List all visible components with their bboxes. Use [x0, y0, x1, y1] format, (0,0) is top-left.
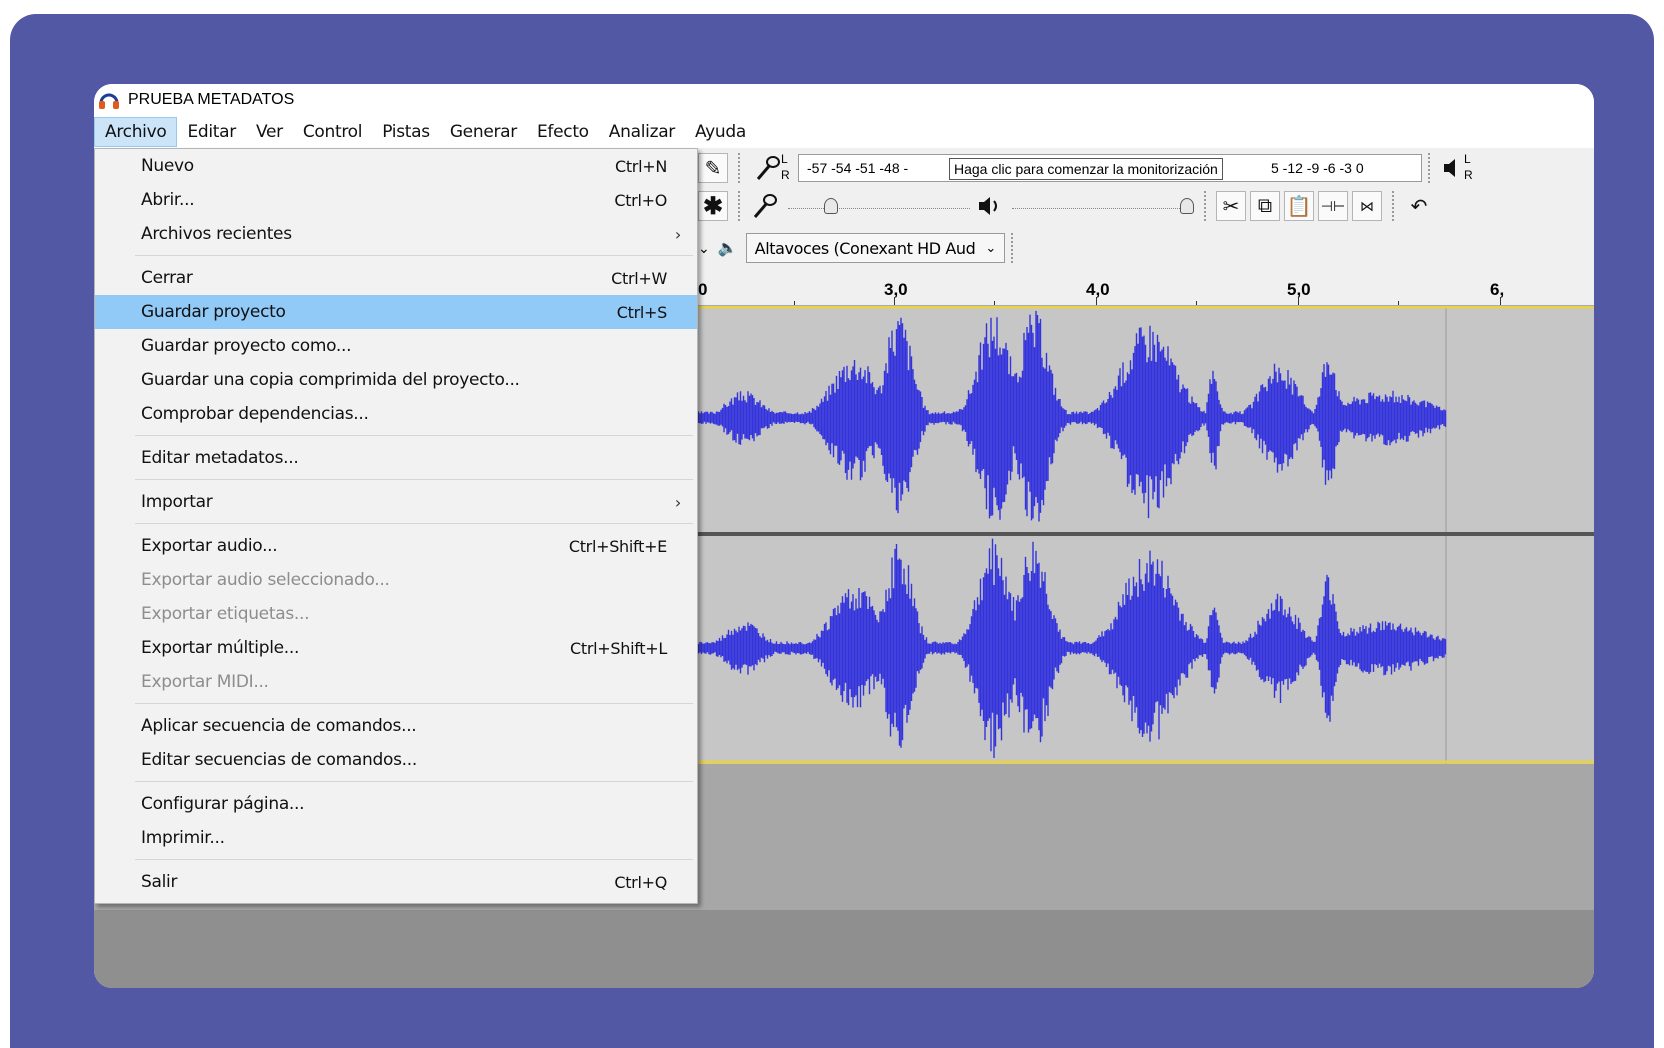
speaker-meter-l: L: [1464, 153, 1471, 166]
slider-knob[interactable]: [824, 198, 838, 214]
menu-item-exportar-audio[interactable]: Exportar audio... Ctrl+Shift+E: [95, 529, 697, 563]
copy-icon[interactable]: ⧉: [1250, 191, 1280, 221]
menu-item-exportar-etiquetas: Exportar etiquetas...: [141, 604, 310, 624]
meter-ticks-right: 5 -12 -9 -6 -3 0: [1271, 160, 1364, 176]
speaker-meter-r: R: [1464, 168, 1473, 182]
chevron-down-icon[interactable]: ⌄: [698, 240, 710, 257]
chevron-right-icon: ›: [674, 492, 681, 512]
file-menu: Nuevo Ctrl+N Abrir... Ctrl+O Archivos reci…: [94, 148, 698, 904]
status-bar: [94, 910, 1594, 988]
waveform-channel: [694, 310, 1447, 522]
toolbar-grip[interactable]: [1010, 233, 1017, 263]
playback-volume-slider[interactable]: [1008, 192, 1198, 220]
trim-icon[interactable]: ⊣⊢: [1318, 191, 1348, 221]
menu-item-guardar-proyecto[interactable]: Guardar proyecto Ctrl+S: [95, 295, 697, 329]
menu-item-exportar-multiple[interactable]: Exportar múltiple... Ctrl+Shift+L: [95, 631, 697, 665]
menu-item-editar-metadatos[interactable]: Editar metadatos...: [95, 441, 697, 475]
menu-item-exportar-midi: Exportar MIDI...: [141, 672, 269, 692]
mic-meter-l: L: [781, 153, 788, 166]
menu-item-guardar-proyecto-como[interactable]: Guardar proyecto como...: [95, 329, 697, 363]
menu-efecto[interactable]: Efecto: [527, 117, 599, 147]
waveform-channel: [694, 538, 1447, 758]
timeline-ruler[interactable]: 0 3,0 4,0 5,0 6,: [694, 276, 1594, 306]
audio-track[interactable]: [694, 306, 1594, 764]
mic-icon[interactable]: LR: [750, 153, 794, 183]
speaker-icon: 🔈: [717, 240, 738, 257]
ruler-label: 0: [698, 280, 708, 299]
menu-item-exportar-audio-seleccionado: Exportar audio seleccionado...: [141, 570, 390, 590]
mic-meter-r: R: [781, 168, 790, 182]
slider-knob[interactable]: [1180, 198, 1194, 214]
toolbar-grip[interactable]: [738, 153, 744, 183]
multi-tool-icon[interactable]: ✱: [698, 191, 728, 221]
toolbar-grip[interactable]: [738, 191, 744, 221]
toolbar-row-3: ⌄ 🔈 Altavoces (Conexant HD Aud ⌄: [698, 230, 1023, 266]
menu-pistas[interactable]: Pistas: [372, 117, 440, 147]
title-bar: PRUEBA METADATOS: [94, 84, 1594, 116]
window-title: PRUEBA METADATOS: [128, 91, 295, 108]
menu-ayuda[interactable]: Ayuda: [685, 117, 756, 147]
speaker-icon: [974, 191, 1004, 221]
headphones-icon: [99, 93, 119, 109]
menu-item-comprobar-dependencias[interactable]: Comprobar dependencias...: [95, 397, 697, 431]
menu-ver[interactable]: Ver: [246, 117, 293, 147]
silence-icon[interactable]: ⋈: [1352, 191, 1382, 221]
cut-icon[interactable]: ✂: [1216, 191, 1246, 221]
ruler-label: 3,0: [884, 280, 908, 299]
menu-item-nuevo[interactable]: Nuevo Ctrl+N: [95, 149, 697, 183]
recording-meter[interactable]: -57 -54 -51 -48 - Haga clic para comenza…: [798, 154, 1422, 182]
audacity-window: PRUEBA METADATOS Archivo Editar Ver Cont…: [94, 84, 1594, 988]
ruler-label: 4,0: [1086, 280, 1110, 299]
toolbar-grip[interactable]: [1392, 191, 1398, 221]
menu-generar[interactable]: Generar: [440, 117, 527, 147]
menu-item-guardar-copia-comprimida[interactable]: Guardar una copia comprimida del proyect…: [95, 363, 697, 397]
menu-item-aplicar-secuencia[interactable]: Aplicar secuencia de comandos...: [95, 709, 697, 743]
recording-volume-slider[interactable]: [784, 192, 974, 220]
menu-bar: Archivo Editar Ver Control Pistas Genera…: [94, 116, 1594, 148]
menu-item-imprimir[interactable]: Imprimir...: [95, 821, 697, 855]
output-device-label: Altavoces (Conexant HD Aud: [754, 238, 976, 258]
toolbar-grip[interactable]: [1204, 191, 1210, 221]
menu-archivo[interactable]: Archivo: [94, 117, 178, 147]
mic-icon: [750, 191, 780, 221]
toolbar-grip[interactable]: [1428, 153, 1434, 183]
meter-ticks-left: -57 -54 -51 -48 -: [807, 160, 909, 176]
menu-item-abrir[interactable]: Abrir... Ctrl+O: [95, 183, 697, 217]
paste-icon[interactable]: 📋: [1284, 191, 1314, 221]
menu-analizar[interactable]: Analizar: [599, 117, 685, 147]
menu-item-archivos-recientes[interactable]: Archivos recientes ›: [95, 217, 697, 251]
chevron-down-icon: ⌄: [985, 240, 996, 256]
menu-control[interactable]: Control: [293, 117, 372, 147]
menu-item-cerrar[interactable]: Cerrar Ctrl+W: [95, 261, 697, 295]
output-device-select[interactable]: Altavoces (Conexant HD Aud ⌄: [745, 233, 1005, 263]
menu-item-configurar-pagina[interactable]: Configurar página...: [95, 787, 697, 821]
monitor-tooltip: Haga clic para comenzar la monitorizació…: [949, 158, 1223, 180]
undo-icon[interactable]: ↶: [1404, 191, 1434, 221]
menu-item-editar-secuencias[interactable]: Editar secuencias de comandos...: [95, 743, 697, 777]
ruler-label: 6,: [1490, 280, 1505, 299]
toolbar-row-2: ✱ ✂ ⧉ 📋 ⊣⊢ ⋈ ↶: [698, 188, 1438, 224]
waveform[interactable]: [694, 306, 1594, 764]
chevron-right-icon: ›: [674, 224, 681, 244]
pencil-icon[interactable]: ✎: [698, 153, 728, 183]
toolbar-row-1: ✎ LR -57 -54 -51 -48 - Haga clic para co…: [698, 150, 1478, 186]
playback-meter-speaker-icon[interactable]: LR: [1440, 153, 1474, 183]
menu-item-salir[interactable]: Salir Ctrl+Q: [95, 865, 697, 899]
menu-editar[interactable]: Editar: [177, 117, 246, 147]
menu-item-importar[interactable]: Importar ›: [95, 485, 697, 519]
